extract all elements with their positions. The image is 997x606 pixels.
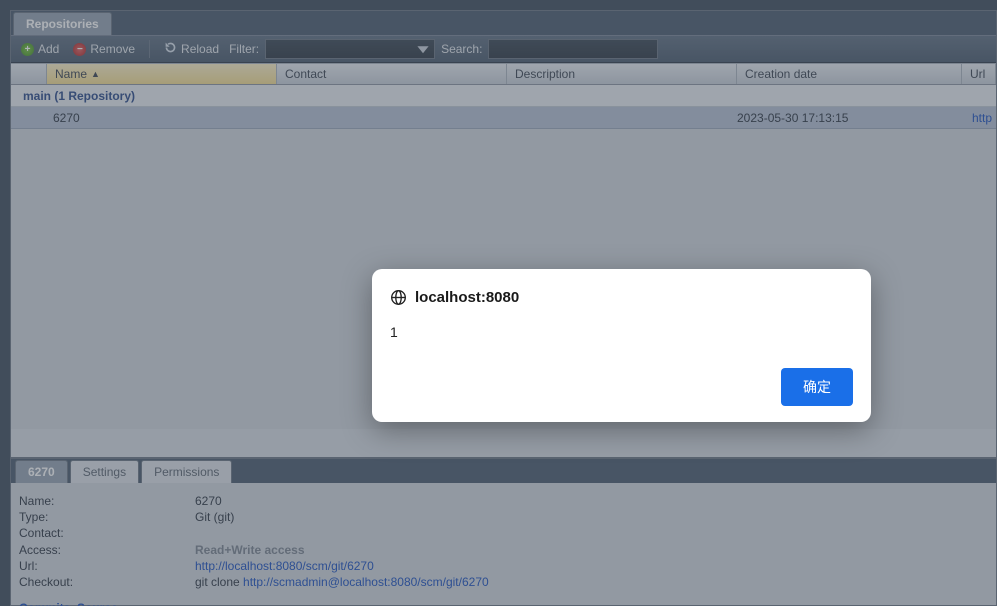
reload-button[interactable]: Reload	[160, 39, 223, 59]
cell-url[interactable]: http	[962, 111, 996, 125]
label-name: Name:	[19, 493, 195, 509]
sort-asc-icon: ▲	[91, 69, 100, 79]
main-tab-strip: Repositories	[11, 11, 996, 35]
checkout-url[interactable]: http://scmadmin@localhost:8080/scm/git/6…	[243, 575, 489, 589]
label-contact: Contact:	[19, 525, 195, 541]
search-label: Search:	[441, 42, 482, 56]
grid-header: Name ▲ Contact Description Creation date…	[11, 63, 996, 85]
table-row[interactable]: 6270 2023-05-30 17:13:15 http	[11, 107, 996, 129]
value-checkout: git clone http://scmadmin@localhost:8080…	[195, 574, 489, 590]
checkout-prefix: git clone	[195, 575, 243, 589]
chevron-down-icon	[416, 42, 430, 56]
tab-repositories[interactable]: Repositories	[13, 12, 112, 35]
filter-label: Filter:	[229, 42, 259, 56]
dialog-message: 1	[390, 324, 853, 340]
label-url: Url:	[19, 558, 195, 574]
toolbar-separator	[149, 40, 150, 58]
detail-tab-settings[interactable]: Settings	[70, 460, 139, 483]
link-source[interactable]: Source	[77, 601, 118, 606]
value-name: 6270	[195, 493, 222, 509]
detail-tab-id[interactable]: 6270	[15, 460, 68, 483]
value-url[interactable]: http://localhost:8080/scm/git/6270	[195, 558, 374, 574]
column-contact[interactable]: Contact	[277, 64, 507, 84]
column-url[interactable]: Url	[962, 64, 996, 84]
label-checkout: Checkout:	[19, 574, 195, 590]
label-access: Access:	[19, 542, 195, 558]
value-type: Git (git)	[195, 509, 234, 525]
add-button[interactable]: + Add	[17, 40, 63, 58]
value-access: Read+Write access	[195, 542, 305, 558]
column-description[interactable]: Description	[507, 64, 737, 84]
remove-icon: −	[73, 43, 86, 56]
detail-links: Commits, Source	[19, 600, 988, 606]
link-commits[interactable]: Commits	[19, 601, 70, 606]
reload-icon	[164, 41, 177, 57]
dialog-host: localhost:8080	[415, 289, 519, 306]
cell-name: 6270	[11, 111, 277, 125]
column-creation-date[interactable]: Creation date	[737, 64, 962, 84]
detail-tab-permissions[interactable]: Permissions	[141, 460, 232, 483]
column-expander[interactable]	[11, 64, 47, 84]
detail-tab-strip: 6270 Settings Permissions	[11, 459, 996, 483]
ok-button[interactable]: 确定	[781, 368, 853, 406]
label-type: Type:	[19, 509, 195, 525]
remove-label: Remove	[90, 42, 135, 56]
remove-button[interactable]: − Remove	[69, 40, 139, 58]
column-name[interactable]: Name ▲	[47, 64, 277, 84]
alert-dialog: localhost:8080 1 确定	[372, 269, 871, 422]
column-name-label: Name	[55, 67, 87, 81]
detail-panel: 6270 Settings Permissions Name:6270 Type…	[11, 457, 996, 605]
detail-body: Name:6270 Type:Git (git) Contact: Access…	[11, 483, 996, 606]
app-root: Repositories + Add − Remove Reload Filte…	[0, 0, 997, 606]
search-input[interactable]	[488, 39, 658, 59]
dialog-header: localhost:8080	[390, 289, 853, 306]
cell-creation-date: 2023-05-30 17:13:15	[737, 111, 962, 125]
globe-icon	[390, 289, 407, 306]
group-row[interactable]: main (1 Repository)	[11, 85, 996, 107]
add-icon: +	[21, 43, 34, 56]
toolbar: + Add − Remove Reload Filter: Search:	[11, 35, 996, 63]
dialog-footer: 确定	[390, 368, 853, 406]
link-separator: ,	[70, 601, 77, 606]
reload-label: Reload	[181, 42, 219, 56]
add-label: Add	[38, 42, 59, 56]
filter-combo[interactable]	[265, 39, 435, 59]
